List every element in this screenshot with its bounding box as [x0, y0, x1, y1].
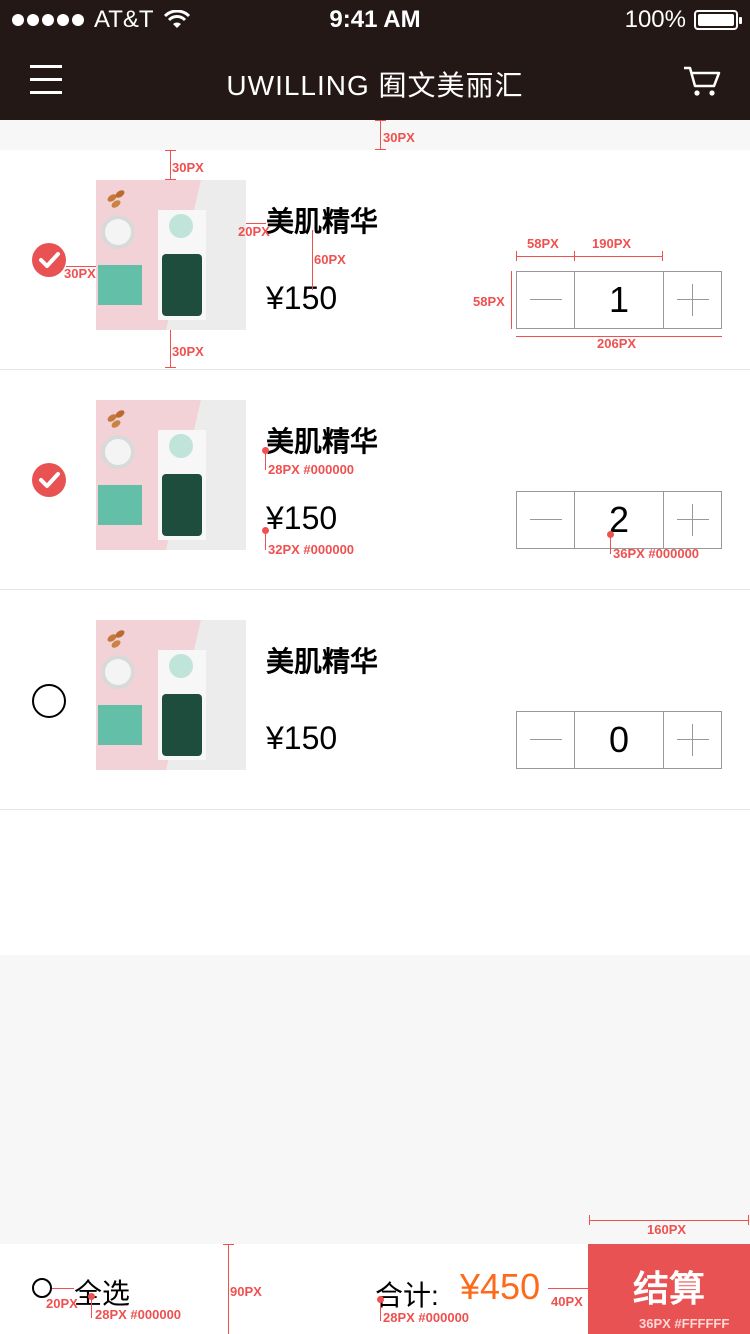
increment-button[interactable] — [663, 272, 721, 328]
product-name: 美肌精华 — [266, 646, 379, 677]
footer-bar: 全选 合计: ¥450 结算 20PX 28PX #000000 90PX 28… — [0, 1244, 750, 1334]
annotation-line — [165, 150, 176, 151]
item-checkbox[interactable] — [32, 463, 66, 497]
product-price: ¥150 — [266, 720, 338, 756]
annotation-label: 40PX — [551, 1294, 583, 1309]
annotation-label: 58PX — [473, 294, 505, 309]
annotation-label: 20PX — [238, 224, 270, 239]
quantity-stepper: 1 — [516, 271, 722, 329]
annotation-line — [52, 1288, 74, 1289]
cart-item: 美肌精华 ¥150 1 30PX 30PX 30PX 20PX 60PX 58P… — [0, 150, 750, 370]
checkmark-icon — [39, 472, 60, 488]
annotation-label: 30PX — [172, 344, 204, 359]
annotation-line — [265, 530, 266, 550]
decrement-button[interactable] — [517, 492, 575, 548]
checkmark-icon — [39, 252, 60, 268]
status-bar: AT&T 9:41 AM 100% — [0, 0, 750, 40]
decrement-button[interactable] — [517, 712, 575, 768]
annotation-label: 160PX — [647, 1222, 687, 1237]
nav-bar: UWILLING 囿文美丽汇 — [0, 40, 750, 120]
annotation-label: 28PX #000000 — [268, 462, 355, 477]
quantity-value[interactable]: 1 — [575, 272, 663, 328]
quantity-value[interactable]: 0 — [575, 712, 663, 768]
select-all-checkbox[interactable] — [32, 1278, 52, 1298]
annotation-line — [748, 1215, 749, 1225]
cart-item: 美肌精华 ¥150 0 — [0, 590, 750, 810]
increment-button[interactable] — [663, 492, 721, 548]
quantity-value[interactable]: 2 — [575, 492, 663, 548]
annotation-label: 28PX #000000 — [383, 1310, 470, 1325]
minus-icon — [530, 519, 562, 520]
decrement-button[interactable] — [517, 272, 575, 328]
annotation-label: 58PX — [527, 236, 559, 251]
cart-icon[interactable] — [682, 64, 722, 98]
annotation-line — [375, 120, 386, 121]
product-image[interactable] — [96, 400, 246, 550]
annotation-label: 190PX — [592, 236, 632, 251]
product-image[interactable] — [96, 180, 246, 330]
battery-icon — [694, 10, 742, 30]
annotation-line — [170, 150, 171, 180]
annotation-line — [589, 1215, 590, 1225]
annotation-line — [511, 271, 512, 329]
total-value: ¥450 — [460, 1266, 541, 1307]
cart-item: 美肌精华 ¥150 2 28PX #000000 32PX #000000 36… — [0, 370, 750, 590]
annotation-line — [223, 1244, 234, 1245]
annotation-line — [380, 120, 381, 150]
increment-button[interactable] — [663, 712, 721, 768]
product-image[interactable] — [96, 620, 246, 770]
annotation-label: 30PX — [383, 130, 415, 145]
page-title: UWILLING 囿文美丽汇 — [226, 70, 524, 101]
annotation-line — [170, 330, 171, 368]
annotation-line — [516, 251, 517, 261]
annotation-line — [165, 367, 176, 368]
plus-icon — [677, 519, 709, 520]
annotation-label: 30PX — [172, 160, 204, 175]
item-checkbox[interactable] — [32, 243, 66, 277]
annotation-label: 90PX — [230, 1284, 262, 1299]
annotation-line — [228, 1244, 229, 1334]
select-all-label[interactable]: 全选 — [74, 1272, 130, 1312]
minus-icon — [530, 739, 562, 740]
annotation-label: 32PX #000000 — [268, 542, 355, 557]
battery-percent: 100% — [624, 6, 686, 33]
quantity-stepper: 2 — [516, 491, 722, 549]
total-label: 合计: — [375, 1280, 439, 1311]
product-name: 美肌精华 — [266, 206, 379, 237]
annotation-line — [265, 450, 266, 470]
status-right: 100% — [624, 6, 742, 34]
row-divider — [0, 809, 750, 810]
annotation-line — [312, 230, 313, 290]
annotation-label: 30PX — [64, 266, 96, 281]
product-name: 美肌精华 — [266, 426, 379, 457]
quantity-stepper: 0 — [516, 711, 722, 769]
product-price: ¥150 — [266, 280, 338, 316]
annotation-line — [165, 179, 176, 180]
annotation-label: 20PX — [46, 1296, 78, 1311]
annotation-line — [589, 1220, 749, 1221]
annotation-label: 28PX #000000 — [95, 1307, 182, 1322]
annotation-label: 206PX — [597, 336, 637, 351]
annotation-label: 36PX #FFFFFF — [639, 1316, 730, 1331]
annotation-label: 60PX — [314, 252, 346, 267]
item-checkbox[interactable] — [32, 684, 66, 718]
annotation-line — [380, 1299, 381, 1321]
annotation-line — [662, 251, 663, 261]
annotation-line — [548, 1288, 588, 1289]
annotation-line — [610, 534, 611, 554]
plus-icon — [677, 739, 709, 740]
plus-icon — [677, 299, 709, 300]
annotation-line — [91, 1296, 92, 1318]
cart-list: 美肌精华 ¥150 1 30PX 30PX 30PX 20PX 60PX 58P… — [0, 150, 750, 955]
annotation-line — [574, 251, 575, 261]
annotation-line — [516, 256, 663, 257]
product-price: ¥150 — [266, 500, 338, 536]
minus-icon — [530, 299, 562, 300]
annotation-label: 36PX #000000 — [613, 546, 700, 561]
